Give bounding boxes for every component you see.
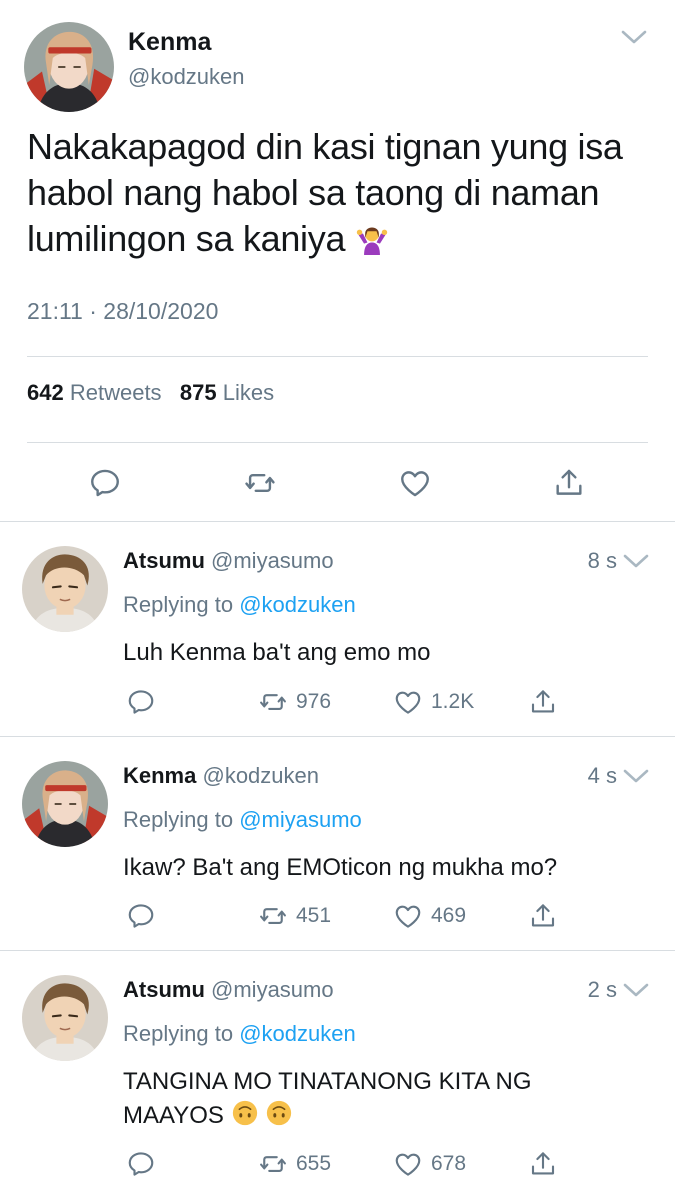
reply-author-handle[interactable]: @miyasumo: [211, 548, 334, 573]
retweet-count: 976: [296, 690, 332, 713]
avatar-atsumu[interactable]: [22, 975, 108, 1061]
upside-down-face-emoji: [232, 1100, 257, 1126]
like-icon: [393, 901, 423, 931]
like-count: 469: [431, 904, 467, 927]
share-button[interactable]: [528, 686, 558, 718]
author-name[interactable]: Kenma: [128, 28, 211, 57]
retweet-button[interactable]: 976: [258, 686, 331, 718]
reply-tweet[interactable]: Atsumu @miyasumo 2 s Replying to @kodzuk…: [0, 951, 675, 1200]
reply-header: Atsumu @miyasumo: [123, 548, 334, 574]
reply-age: 2 s: [587, 977, 617, 1002]
share-icon: [528, 687, 558, 717]
retweet-icon[interactable]: [243, 466, 277, 500]
replying-to-handle[interactable]: @kodzuken: [239, 592, 356, 617]
reply-author-name[interactable]: Atsumu: [123, 548, 205, 573]
replying-to: Replying to @miyasumo: [123, 807, 362, 833]
like-count: 678: [431, 1152, 467, 1175]
reply-button[interactable]: [126, 1148, 156, 1180]
like-button[interactable]: 469: [393, 900, 466, 932]
upside-down-face-emoji: [267, 1100, 292, 1126]
like-icon: [393, 687, 423, 717]
retweet-icon: [258, 687, 288, 717]
like-button[interactable]: 678: [393, 1148, 466, 1180]
like-icon[interactable]: [398, 466, 432, 500]
chevron-down-icon[interactable]: [622, 981, 650, 999]
retweet-icon: [258, 1149, 288, 1179]
share-button[interactable]: [528, 1148, 558, 1180]
share-icon[interactable]: [552, 466, 586, 500]
retweet-count: 642: [27, 380, 64, 405]
replying-to-handle[interactable]: @kodzuken: [239, 1021, 356, 1046]
reply-tweet[interactable]: Atsumu @miyasumo 8 s Replying to @kodzuk…: [0, 522, 675, 737]
reply-author-name[interactable]: Kenma: [123, 763, 196, 788]
replying-to-handle[interactable]: @miyasumo: [239, 807, 362, 832]
retweet-button[interactable]: 451: [258, 900, 331, 932]
divider: [27, 356, 648, 357]
replying-label: Replying to: [123, 807, 234, 832]
main-tweet: Kenma @kodzuken Nakakapagod din kasi tig…: [0, 0, 675, 522]
chevron-down-icon[interactable]: [622, 767, 650, 785]
reply-button[interactable]: [126, 686, 156, 718]
likes-label: Likes: [222, 380, 275, 405]
reply-button[interactable]: [126, 900, 156, 932]
share-icon: [528, 1149, 558, 1179]
tweet-text-body: Nakakapagod din kasi tignan yung isa hab…: [27, 126, 623, 259]
reply-text: Luh Kenma ba't ang emo mo: [123, 639, 431, 666]
share-button[interactable]: [528, 900, 558, 932]
reply-age: 8 s: [587, 548, 617, 573]
replying-label: Replying to: [123, 592, 234, 617]
reply-author-name[interactable]: Atsumu: [123, 977, 205, 1002]
reply-text-block: TANGINA MO TINATANONG KITA NG MAAYOS: [123, 1065, 623, 1133]
replying-label: Replying to: [123, 1021, 234, 1046]
person-shrugging-emoji: [356, 227, 388, 255]
reply-author-handle[interactable]: @miyasumo: [211, 977, 334, 1002]
avatar-kenma[interactable]: [24, 22, 114, 112]
reply-tweet[interactable]: Kenma @kodzuken 4 s Replying to @miyasum…: [0, 737, 675, 951]
avatar-kenma[interactable]: [22, 761, 108, 847]
tweet-text: Nakakapagod din kasi tignan yung isa hab…: [27, 124, 647, 262]
reply-text: TANGINA MO TINATANONG KITA NG MAAYOS: [123, 1068, 532, 1129]
replying-to: Replying to @kodzuken: [123, 592, 356, 618]
reply-header: Atsumu @miyasumo: [123, 977, 334, 1003]
tweet-timestamp: 21:11 · 28/10/2020: [27, 298, 219, 324]
reply-icon[interactable]: [88, 466, 122, 500]
like-count: 875: [179, 380, 217, 405]
chevron-down-icon[interactable]: [620, 28, 648, 46]
tweet-stats: 642 Retweets 875 Likes: [27, 380, 274, 406]
chevron-down-icon[interactable]: [622, 552, 650, 570]
reply-text: Ikaw? Ba't ang EMOticon ng mukha mo?: [123, 854, 558, 881]
reply-author-handle[interactable]: @kodzuken: [202, 763, 319, 788]
retweets-label: Retweets: [69, 380, 162, 405]
retweet-icon: [258, 901, 288, 931]
retweet-count: 655: [296, 1152, 332, 1175]
like-button[interactable]: 1.2K: [393, 686, 474, 718]
retweets-stat[interactable]: 642 Retweets: [27, 380, 162, 405]
avatar-atsumu[interactable]: [22, 546, 108, 632]
retweet-count: 451: [296, 904, 332, 927]
reply-icon: [126, 687, 156, 717]
reply-icon: [126, 901, 156, 931]
reply-age: 4 s: [587, 763, 617, 788]
like-count: 1.2K: [431, 690, 475, 713]
likes-stat[interactable]: 875 Likes: [180, 380, 274, 405]
replying-to: Replying to @kodzuken: [123, 1021, 356, 1047]
retweet-button[interactable]: 655: [258, 1148, 331, 1180]
like-icon: [393, 1149, 423, 1179]
author-handle[interactable]: @kodzuken: [128, 64, 245, 90]
reply-icon: [126, 1149, 156, 1179]
share-icon: [528, 901, 558, 931]
divider: [27, 442, 648, 443]
reply-header: Kenma @kodzuken: [123, 763, 319, 789]
